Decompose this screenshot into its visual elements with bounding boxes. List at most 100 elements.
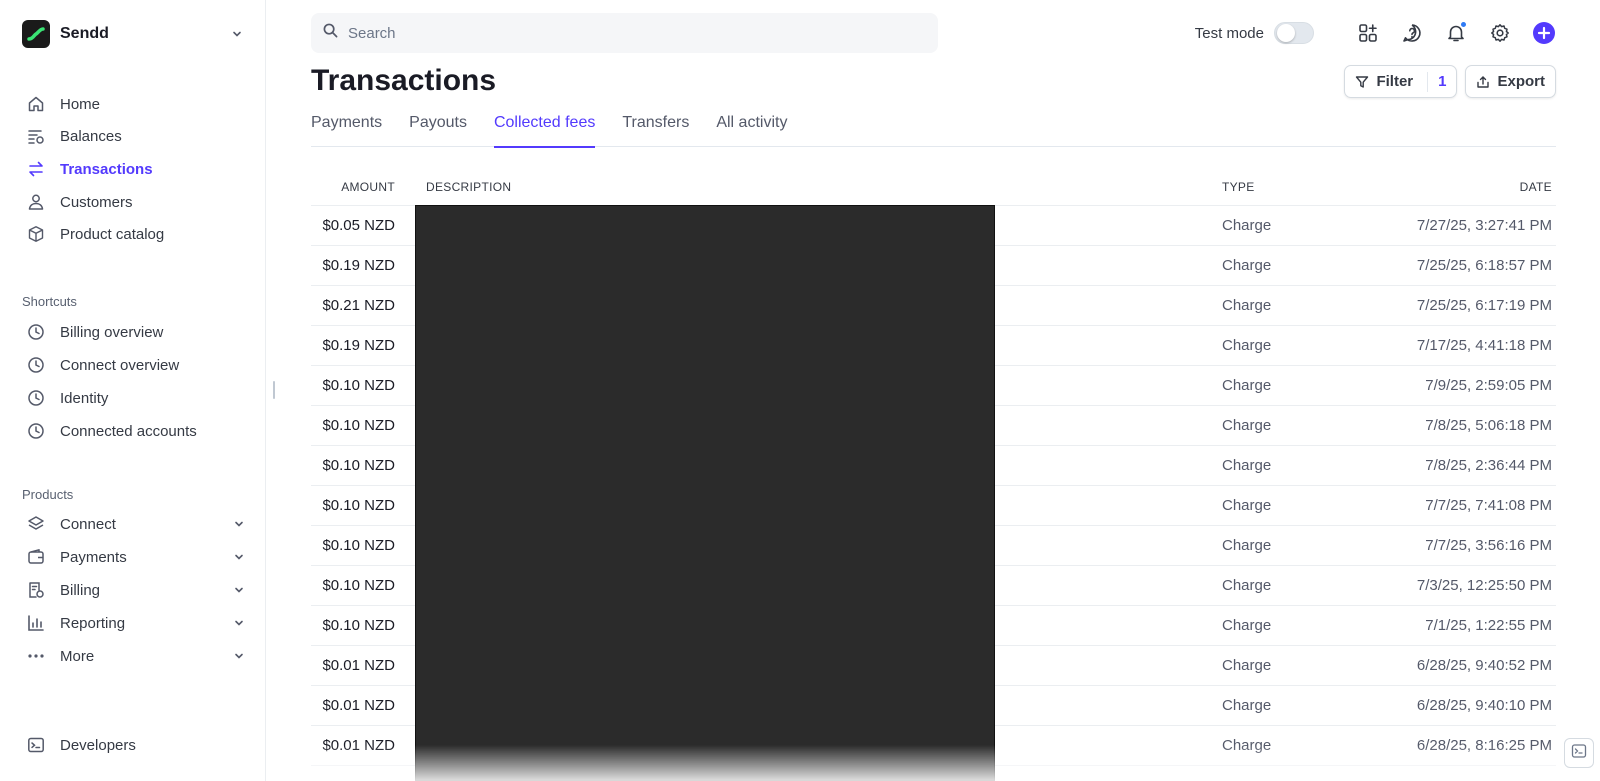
wallet-icon	[26, 547, 46, 567]
clock-icon	[26, 355, 46, 375]
sidebar-item-home[interactable]: Home	[22, 89, 246, 119]
terminal-icon	[26, 735, 46, 755]
row-amount: $0.01 NZD	[322, 657, 395, 674]
sidebar-item-identity[interactable]: Identity	[22, 383, 246, 413]
sidebar-item-customers[interactable]: Customers	[22, 187, 246, 217]
receipt-icon	[26, 580, 46, 600]
developer-console-button[interactable]	[1564, 738, 1594, 768]
row-type: Charge	[1222, 497, 1272, 514]
sidebar-item-reporting[interactable]: Reporting	[22, 608, 246, 638]
sidebar-item-payments[interactable]: Payments	[22, 542, 246, 572]
page-title: Transactions	[311, 64, 497, 97]
row-date: 7/9/25, 2:59:05 PM	[1425, 377, 1552, 394]
sidebar-item-transactions[interactable]: Transactions	[22, 154, 246, 184]
tab-collected-fees[interactable]: Collected fees	[493, 114, 596, 148]
row-amount: $0.10 NZD	[322, 377, 395, 394]
row-date: 7/8/25, 2:36:44 PM	[1425, 457, 1552, 474]
tab-transfers[interactable]: Transfers	[622, 114, 689, 147]
sidebar-item-label: Identity	[60, 389, 109, 407]
page-actions: Filter 1 Export	[1336, 65, 1556, 98]
column-header-type[interactable]: TYPE	[1222, 180, 1342, 194]
sidebar-item-label: Product catalog	[60, 225, 165, 243]
search-bar[interactable]	[311, 13, 938, 53]
apps-add-icon[interactable]	[1356, 21, 1380, 45]
tab-all-activity[interactable]: All activity	[716, 114, 787, 147]
app-root: Sendd Home Balances Transactions Custome…	[0, 0, 1600, 781]
clock-icon	[26, 421, 46, 441]
arrows-swap-icon	[26, 159, 46, 179]
redaction-block	[415, 205, 995, 781]
row-type: Charge	[1222, 297, 1272, 314]
sidebar-item-connect[interactable]: Connect	[22, 509, 246, 539]
sidebar-item-connected-accounts[interactable]: Connected accounts	[22, 416, 246, 446]
settings-gear-icon[interactable]	[1488, 21, 1512, 45]
sidebar-item-label: Transactions	[60, 160, 153, 178]
search-input[interactable]	[348, 24, 908, 42]
row-amount: $0.01 NZD	[322, 737, 395, 754]
create-plus-icon[interactable]	[1532, 21, 1556, 45]
account-switcher[interactable]: Sendd	[22, 19, 244, 49]
help-icon[interactable]	[1400, 21, 1424, 45]
sidebar-item-balances[interactable]: Balances	[22, 121, 246, 151]
row-amount: $0.21 NZD	[322, 297, 395, 314]
column-header-date[interactable]: DATE	[1342, 180, 1556, 194]
person-icon	[26, 192, 46, 212]
search-icon	[323, 23, 338, 43]
row-date: 7/3/25, 12:25:50 PM	[1416, 577, 1552, 594]
layers-icon	[26, 514, 46, 534]
tab-payments[interactable]: Payments	[311, 114, 382, 147]
shortcuts-heading: Shortcuts	[22, 294, 77, 309]
sidebar-item-connect-overview[interactable]: Connect overview	[22, 350, 246, 380]
filter-button[interactable]: Filter 1	[1344, 65, 1458, 98]
bar-chart-icon	[26, 613, 46, 633]
row-amount: $0.19 NZD	[322, 257, 395, 274]
sidebar-resize-handle[interactable]	[273, 381, 275, 399]
sidebar-item-label: Connect overview	[60, 356, 180, 374]
row-type: Charge	[1222, 217, 1272, 234]
row-type: Charge	[1222, 457, 1272, 474]
test-mode-control: Test mode	[1195, 22, 1314, 44]
account-name: Sendd	[60, 25, 109, 42]
sidebar-item-billing-overview[interactable]: Billing overview	[22, 317, 246, 347]
row-date: 6/28/25, 8:16:25 PM	[1416, 737, 1552, 754]
export-button[interactable]: Export	[1465, 65, 1556, 98]
filter-divider	[1427, 71, 1429, 92]
row-date: 7/7/25, 7:41:08 PM	[1425, 497, 1552, 514]
sidebar-item-label: Reporting	[60, 614, 126, 632]
row-date: 7/27/25, 3:27:41 PM	[1416, 217, 1552, 234]
row-date: 7/17/25, 4:41:18 PM	[1416, 337, 1552, 354]
column-header-description[interactable]: DESCRIPTION	[395, 180, 1222, 194]
row-date: 7/7/25, 3:56:16 PM	[1425, 537, 1552, 554]
column-header-amount[interactable]: AMOUNT	[311, 180, 395, 194]
test-mode-label: Test mode	[1194, 24, 1264, 42]
sidebar-item-more[interactable]: More	[22, 641, 246, 671]
row-date: 7/25/25, 6:18:57 PM	[1416, 257, 1552, 274]
sidebar-item-product-catalog[interactable]: Product catalog	[22, 219, 246, 249]
notifications-bell-icon[interactable]	[1444, 21, 1468, 45]
row-type: Charge	[1222, 737, 1272, 754]
sidebar-item-label: Billing overview	[60, 323, 164, 341]
row-amount: $0.10 NZD	[322, 577, 395, 594]
sidebar-item-developers[interactable]: Developers	[22, 730, 246, 760]
clock-icon	[26, 388, 46, 408]
chevron-down-icon	[230, 27, 244, 41]
row-date: 6/28/25, 9:40:52 PM	[1416, 657, 1552, 674]
chevron-down-icon	[232, 649, 246, 663]
test-mode-toggle[interactable]	[1274, 22, 1314, 44]
table-header: AMOUNT DESCRIPTION TYPE DATE	[311, 169, 1556, 206]
row-amount: $0.05 NZD	[322, 217, 395, 234]
sidebar: Sendd Home Balances Transactions Custome…	[0, 0, 266, 781]
row-amount: $0.10 NZD	[322, 537, 395, 554]
tab-payouts[interactable]: Payouts	[409, 114, 467, 147]
row-type: Charge	[1222, 577, 1272, 594]
row-type: Charge	[1222, 257, 1272, 274]
topbar-actions: Test mode	[1195, 16, 1556, 50]
row-type: Charge	[1222, 537, 1272, 554]
filter-count-badge: 1	[1438, 73, 1447, 90]
transaction-tabs: Payments Payouts Collected fees Transfer…	[311, 114, 1556, 148]
products-heading: Products	[22, 487, 74, 502]
export-label: Export	[1497, 73, 1545, 90]
row-amount: $0.10 NZD	[322, 417, 395, 434]
filter-label: Filter	[1376, 73, 1414, 90]
sidebar-item-billing[interactable]: Billing	[22, 575, 246, 605]
